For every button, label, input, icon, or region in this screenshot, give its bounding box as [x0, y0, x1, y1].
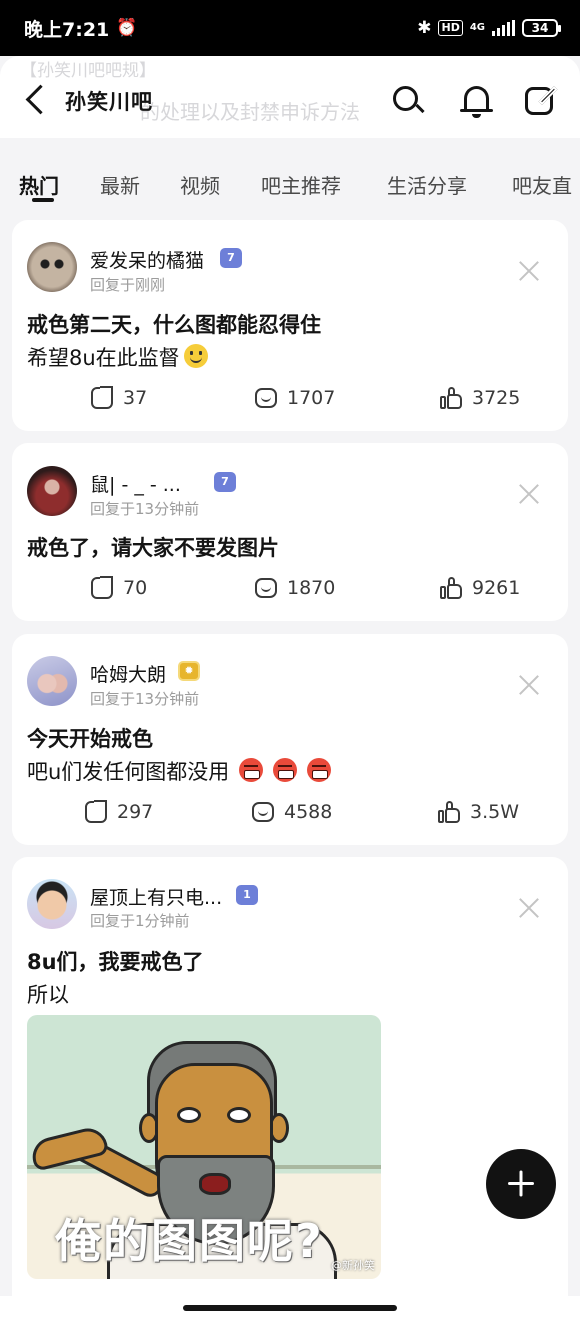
like-button[interactable]: 9261: [440, 577, 520, 599]
comment-icon: [255, 388, 277, 408]
post-title[interactable]: 8u们，我要戒色了: [27, 946, 204, 976]
level-badge: 7: [220, 248, 242, 268]
hd-icon: HD: [438, 20, 463, 36]
post-card[interactable]: 哈姆大朗 ✹ 回复于13分钟前 今天开始戒色 吧u们发任何图都没用 297 45…: [12, 634, 568, 845]
level-badge: 7: [214, 472, 236, 492]
forum-header: 【孙笑川吧吧规】 的处理以及封禁申诉方法 孙笑川吧: [0, 56, 580, 138]
angry-emoji-icon: [307, 758, 332, 782]
alarm-icon: ⏰: [116, 18, 138, 38]
gold-badge-icon: ✹: [178, 661, 200, 681]
share-button[interactable]: 37: [91, 386, 148, 409]
share-count: 70: [123, 577, 148, 599]
level-badge: 1: [236, 885, 258, 905]
meme-mouth: [199, 1173, 231, 1195]
author-name[interactable]: 哈姆大朗: [90, 660, 166, 687]
close-icon[interactable]: [518, 260, 540, 282]
tab-live[interactable]: 吧友直: [512, 170, 572, 199]
like-count: 9261: [472, 577, 521, 599]
post-body-text: 吧u们发任何图都没用: [27, 760, 230, 784]
avatar[interactable]: [27, 879, 77, 929]
comment-icon: [252, 802, 274, 822]
active-tab-indicator: [32, 198, 54, 202]
comment-button[interactable]: 1870: [255, 577, 335, 599]
comment-button[interactable]: 1707: [255, 387, 335, 409]
tab-life-sharing[interactable]: 生活分享: [387, 170, 467, 199]
meme-caption: 俺的图图呢?: [55, 1214, 324, 1268]
share-count: 297: [117, 801, 154, 823]
like-count: 3.5W: [470, 801, 520, 823]
forum-title: 孙笑川吧: [65, 90, 153, 114]
reply-time: 回复于13分钟前: [90, 690, 200, 708]
share-button[interactable]: 297: [85, 800, 154, 823]
meme-eye: [227, 1107, 251, 1123]
post-actions: 297 4588 3.5W: [12, 800, 568, 829]
post-title[interactable]: 戒色第二天，什么图都能忍得住: [27, 309, 321, 339]
signal-icon: [492, 20, 515, 36]
thumbs-up-icon: [440, 387, 462, 409]
clock: 晚上7:21: [24, 18, 110, 41]
avatar[interactable]: [27, 242, 77, 292]
comment-count: 4588: [284, 801, 333, 823]
tab-moderator-picks[interactable]: 吧主推荐: [261, 170, 341, 199]
post-card[interactable]: 屋顶上有只电... 1 回复于1分钟前 8u们，我要戒色了 所以 俺的图图呢? …: [12, 857, 568, 1317]
ghost-notice: 的处理以及封禁申诉方法: [140, 100, 360, 124]
share-icon: [91, 386, 113, 409]
author-name[interactable]: 鼠| - _ - ...: [90, 470, 181, 497]
meme-watermark: @新孙笑: [331, 1259, 375, 1272]
close-icon[interactable]: [518, 483, 540, 505]
comment-icon: [255, 578, 277, 598]
post-card[interactable]: 鼠| - _ - ... 7 回复于13分钟前 戒色了，请大家不要发图片 70 …: [12, 443, 568, 621]
bluetooth-icon: ✱: [417, 18, 432, 38]
close-icon[interactable]: [518, 674, 540, 696]
tab-latest[interactable]: 最新: [100, 170, 140, 199]
post-actions: 70 1870 9261: [12, 576, 568, 605]
post-body[interactable]: 希望8u在此监督: [27, 342, 208, 372]
comment-count: 1707: [287, 387, 336, 409]
like-button[interactable]: 3.5W: [438, 801, 519, 823]
compose-icon[interactable]: [523, 83, 559, 119]
close-icon[interactable]: [518, 897, 540, 919]
angry-emoji-icon: [273, 758, 298, 782]
smile-emoji-icon: [183, 344, 208, 368]
thumbs-up-icon: [438, 801, 460, 823]
network-type: 4G: [469, 22, 485, 33]
tab-hot[interactable]: 热门: [19, 170, 59, 199]
like-count: 3725: [472, 387, 521, 409]
reply-time: 回复于13分钟前: [90, 500, 200, 518]
share-icon: [91, 576, 113, 599]
meme-image[interactable]: 俺的图图呢? @新孙笑: [27, 1015, 381, 1279]
like-button[interactable]: 3725: [440, 387, 520, 409]
battery-icon: 34: [522, 19, 561, 37]
reply-time: 回复于刚刚: [90, 276, 166, 294]
avatar[interactable]: [27, 656, 77, 706]
avatar[interactable]: [27, 466, 77, 516]
post-body[interactable]: 所以: [27, 979, 69, 1009]
home-indicator[interactable]: [183, 1305, 397, 1311]
angry-emoji-icon: [239, 758, 264, 782]
bell-icon[interactable]: [458, 83, 494, 119]
add-post-button[interactable]: [486, 1149, 556, 1219]
post-body-text: 希望8u在此监督: [27, 346, 180, 370]
back-arrow-icon[interactable]: [24, 82, 50, 118]
tab-bar: 热门 最新 视频 吧主推荐 生活分享 吧友直: [0, 138, 580, 210]
search-icon[interactable]: [390, 83, 426, 119]
share-icon: [85, 800, 107, 823]
share-count: 37: [123, 387, 148, 409]
tab-video[interactable]: 视频: [180, 170, 220, 199]
post-card[interactable]: 爱发呆的橘猫 7 回复于刚刚 戒色第二天，什么图都能忍得住 希望8u在此监督 3…: [12, 220, 568, 431]
status-bar: 晚上7:21 ⏰ ✱ HD 4G 34: [0, 0, 580, 56]
post-title[interactable]: 今天开始戒色: [27, 723, 153, 753]
post-actions: 37 1707 3725: [12, 386, 568, 415]
post-title[interactable]: 戒色了，请大家不要发图片: [27, 532, 279, 562]
meme-eye: [177, 1107, 201, 1123]
comment-count: 1870: [287, 577, 336, 599]
share-button[interactable]: 70: [91, 576, 148, 599]
ghost-notice: 【孙笑川吧吧规】: [20, 61, 156, 81]
author-name[interactable]: 屋顶上有只电...: [90, 883, 222, 910]
author-name[interactable]: 爱发呆的橘猫: [90, 246, 204, 273]
thumbs-up-icon: [440, 577, 462, 599]
post-body[interactable]: 吧u们发任何图都没用: [27, 756, 332, 786]
comment-button[interactable]: 4588: [252, 801, 332, 823]
reply-time: 回复于1分钟前: [90, 912, 190, 930]
